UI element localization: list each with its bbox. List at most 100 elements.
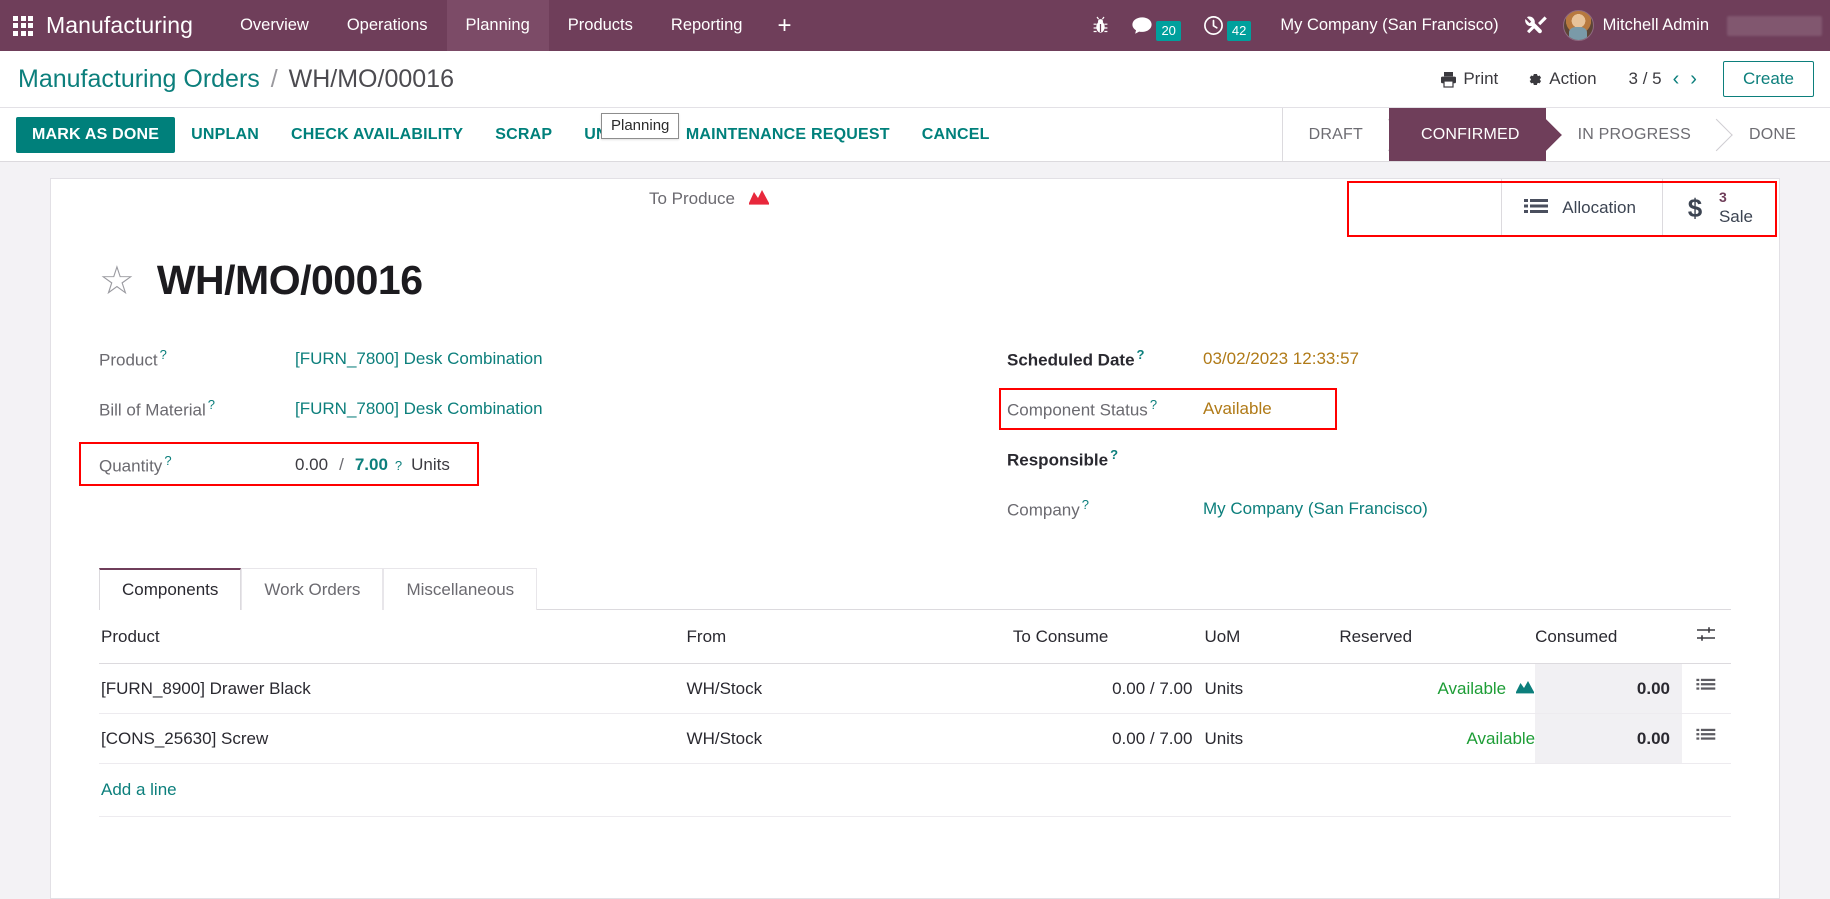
table-row[interactable]: [CONS_25630] Screw WH/Stock 0.00 / 7.00 … (99, 713, 1731, 764)
field-scheduled-date-help-icon[interactable]: ? (1137, 347, 1145, 362)
scrap-button[interactable]: Scrap (479, 117, 568, 153)
grid-apps-icon (13, 15, 33, 36)
quantity-values: 0.00 / 7.00 ? Units (295, 455, 450, 475)
field-company-value[interactable]: My Company (San Francisco) (1203, 499, 1428, 519)
cell-from[interactable]: WH/Stock (686, 713, 1013, 764)
user-menu[interactable]: Mitchell Admin (1559, 10, 1822, 41)
cell-reserved[interactable]: Available (1339, 663, 1536, 714)
quantity-done-input[interactable]: 0.00 (295, 455, 328, 475)
field-responsible-help-icon[interactable]: ? (1110, 447, 1118, 462)
tab-work-orders[interactable]: Work Orders (241, 568, 384, 610)
cell-to-consume[interactable]: 0.00 / 7.00 (1012, 713, 1193, 764)
tools-icon[interactable] (1513, 14, 1559, 38)
field-company-help-icon[interactable]: ? (1082, 497, 1089, 512)
cell-to-consume[interactable]: 0.00 / 7.00 (1012, 663, 1193, 714)
tab-miscellaneous[interactable]: Miscellaneous (383, 568, 538, 610)
cell-uom[interactable]: Units (1192, 713, 1340, 764)
area-chart-icon[interactable] (1515, 679, 1535, 699)
column-header-uom[interactable]: UoM (1192, 610, 1340, 664)
gear-icon (1529, 73, 1542, 85)
field-company: Company? My Company (San Francisco) (1007, 484, 1731, 534)
field-bom-help-icon[interactable]: ? (208, 397, 215, 412)
stage-draft[interactable]: Draft (1282, 108, 1389, 161)
maintenance-request-button[interactable]: Maintenance Request (670, 117, 906, 153)
field-bom-value[interactable]: [FURN_7800] Desk Combination (295, 399, 543, 419)
cell-consumed[interactable]: 0.00 (1535, 663, 1683, 714)
cell-reserved-status: Available (1466, 728, 1536, 748)
sheet-background: Allocation $ 3 Sale ☆ WH/MO/00016 Produc… (0, 162, 1830, 899)
field-quantity-label-text: Quantity (99, 456, 163, 476)
field-scheduled-date-value[interactable]: 03/02/2023 12:33:57 (1203, 349, 1359, 369)
stat-button-allocation[interactable]: Allocation (1501, 179, 1662, 237)
table-row[interactable]: [FURN_8900] Drawer Black WH/Stock 0.00 /… (99, 663, 1731, 714)
top-navbar: Manufacturing Overview Operations Planni… (0, 0, 1830, 51)
messages-count-badge: 20 (1156, 20, 1181, 41)
debug-bug-icon[interactable] (1081, 16, 1120, 35)
quantity-to-produce-input[interactable]: 7.00 (355, 455, 388, 475)
column-header-product[interactable]: Product (99, 610, 687, 664)
table-add-row: Add a line (99, 763, 1731, 817)
column-settings-icon[interactable] (1682, 610, 1731, 664)
quantity-uom[interactable]: Units (411, 455, 450, 475)
field-bom-label: Bill of Material? (99, 397, 295, 421)
company-switcher[interactable]: My Company (San Francisco) (1262, 16, 1512, 35)
breadcrumb-root-link[interactable]: Manufacturing Orders (18, 65, 260, 93)
pager-next-button[interactable]: › (1690, 69, 1697, 89)
cell-from[interactable]: WH/Stock (686, 663, 1013, 714)
activities-count-badge: 42 (1226, 20, 1252, 41)
pager-previous-button[interactable]: ‹ (1673, 69, 1680, 89)
action-button[interactable]: Action (1512, 69, 1610, 89)
field-component-status-label: Component Status? (1007, 397, 1203, 421)
stat-button-sale[interactable]: $ 3 Sale (1661, 179, 1779, 237)
navbar-right-tools: 20 42 My Company (San Francisco) Mitchel… (1081, 0, 1830, 51)
star-outline-icon[interactable]: ☆ (99, 261, 135, 301)
cell-product[interactable]: [CONS_25630] Screw (99, 713, 687, 764)
messages-button[interactable]: 20 (1120, 11, 1191, 41)
pager-count: 3 / 5 (1628, 69, 1662, 88)
add-menu-button[interactable]: + (761, 0, 807, 51)
add-a-line-button[interactable]: Add a line (99, 764, 1731, 816)
create-button[interactable]: Create (1722, 61, 1814, 97)
column-header-to-consume[interactable]: To Consume (1012, 610, 1193, 664)
cell-consumed[interactable]: 0.00 (1535, 713, 1683, 764)
column-header-consumed[interactable]: Consumed (1535, 610, 1683, 664)
stage-confirmed[interactable]: Confirmed (1388, 108, 1546, 161)
area-chart-icon[interactable] (748, 188, 770, 210)
check-availability-button[interactable]: Check Availability (275, 117, 479, 153)
menu-item-planning[interactable]: Planning (446, 0, 549, 51)
cell-product[interactable]: [FURN_8900] Drawer Black (99, 663, 687, 714)
menu-item-products[interactable]: Products (549, 0, 652, 51)
record-pager: 3 / 5 ‹ › (1611, 69, 1709, 89)
notebook: Components Work Orders Miscellaneous Pro… (99, 568, 1731, 817)
field-product-value[interactable]: [FURN_7800] Desk Combination (295, 349, 543, 369)
activities-button[interactable]: 42 (1192, 11, 1262, 41)
field-quantity: Quantity? 0.00 / 7.00 ? Units (79, 440, 915, 490)
unplan-button[interactable]: Unplan (175, 117, 275, 153)
form-body: ☆ WH/MO/00016 Product? [FURN_7800] Desk … (51, 189, 1779, 817)
column-header-from[interactable]: From (686, 610, 1013, 664)
field-quantity-help-icon[interactable]: ? (164, 453, 171, 468)
stage-done[interactable]: Done (1716, 108, 1830, 161)
menu-item-overview[interactable]: Overview (221, 0, 328, 51)
cell-reserved[interactable]: Available (1339, 713, 1536, 764)
components-table: Product From To Consume UoM Reserved Con… (99, 610, 1731, 817)
menu-item-reporting[interactable]: Reporting (652, 0, 762, 51)
column-header-reserved[interactable]: Reserved (1339, 610, 1536, 664)
list-bars-icon (1696, 678, 1716, 699)
cell-uom[interactable]: Units (1192, 663, 1340, 714)
cell-row-detail-button[interactable] (1682, 663, 1731, 714)
menu-item-operations[interactable]: Operations (328, 0, 447, 51)
print-button[interactable]: Print (1426, 69, 1512, 89)
field-product-label: Product? (99, 347, 295, 371)
quantity-uom-help-icon[interactable]: ? (395, 458, 402, 473)
mark-as-done-button[interactable]: Mark as Done (16, 116, 176, 153)
stat-button-sale-label: Sale (1718, 207, 1753, 227)
tab-components[interactable]: Components (99, 568, 242, 610)
cell-row-detail-button[interactable] (1682, 713, 1731, 764)
cancel-button[interactable]: Cancel (906, 117, 1006, 153)
form-columns: Product? [FURN_7800] Desk Combination Bi… (79, 189, 1731, 534)
field-product-help-icon[interactable]: ? (160, 347, 167, 362)
apps-menu-button[interactable] (0, 0, 46, 51)
field-component-status-help-icon[interactable]: ? (1150, 397, 1157, 412)
stage-in-progress[interactable]: In Progress (1545, 108, 1717, 161)
